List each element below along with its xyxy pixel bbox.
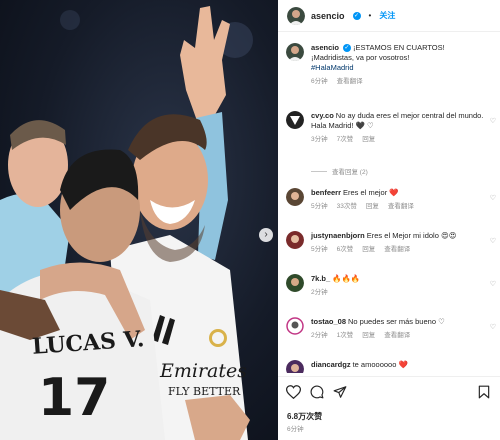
separator-dot: • (368, 11, 372, 20)
caption-translate-link[interactable]: 查看翻译 (337, 77, 363, 87)
avatar[interactable] (286, 274, 304, 292)
replies-divider (311, 170, 327, 172)
comment-text: No puedes ser más bueno ♡ (348, 317, 445, 326)
avatar[interactable] (286, 231, 304, 249)
comment-text: No ay duda eres el mejor central del mun… (311, 111, 484, 130)
comment-username[interactable]: benfeerr (311, 188, 341, 197)
comment-username[interactable]: cvy.co (311, 111, 334, 120)
post-username[interactable]: asencio (311, 11, 345, 21)
jersey-sponsor-line2: FLY BETTER (168, 385, 241, 398)
heart-icon[interactable] (286, 385, 301, 399)
comments-list[interactable]: asencio ✓ ¡ESTAMOS EN CUARTOS! ¡Madridist… (278, 33, 500, 373)
comment-time: 5分钟 (311, 203, 328, 210)
avatar[interactable] (287, 6, 305, 25)
view-replies-label[interactable]: 查看回复 (2) (332, 166, 368, 176)
comment-item: diancardgz te amoooooo ❤️ (286, 360, 496, 373)
comment-like-icon[interactable]: ♡ (490, 280, 496, 288)
comment-likes[interactable]: 1次赞 (337, 331, 354, 341)
comment-username[interactable]: 7k.b_ (311, 274, 330, 283)
comment-likes[interactable]: 7次赞 (337, 135, 354, 145)
verified-icon: ✓ (342, 44, 351, 52)
post-actions: 6.8万次赞 6分钟 (278, 376, 500, 440)
comment-likes[interactable]: 6次赞 (337, 245, 354, 255)
caption-line1: ¡ESTAMOS EN CUARTOS! (353, 43, 445, 52)
view-replies[interactable]: 查看回复 (2) (311, 166, 368, 176)
comment-username[interactable]: diancardgz (311, 360, 351, 369)
comment-text: 🔥🔥🔥 (332, 274, 361, 283)
jersey-sponsor: Emirates (160, 360, 248, 382)
translate-link[interactable]: 查看翻译 (384, 331, 410, 341)
verified-icon: ✓ (352, 11, 361, 20)
comment-text: Eres el mejor ❤️ (343, 188, 399, 197)
caption-line2: ¡Madridistas, va por vosotros! (311, 53, 410, 62)
avatar[interactable] (286, 43, 304, 61)
comment-time: 2分钟 (311, 332, 328, 339)
comment-item: justynaenbjorn Eres el Mejor mi idolo 😍😍 … (286, 231, 496, 255)
comment-like-icon[interactable]: ♡ (490, 117, 496, 125)
comment-like-icon[interactable]: ♡ (490, 194, 496, 202)
jersey-number: 17 (38, 368, 111, 428)
comment-item: cvy.co No ay duda eres el mejor central d… (286, 111, 496, 145)
chevron-right-icon: › (264, 229, 268, 240)
reply-button[interactable]: 回复 (362, 331, 375, 341)
comment-username[interactable]: justynaenbjorn (311, 231, 365, 240)
caption: asencio ✓ ¡ESTAMOS EN CUARTOS! ¡Madridist… (286, 43, 496, 87)
caption-username[interactable]: asencio (311, 43, 339, 52)
avatar[interactable] (286, 360, 304, 373)
comment-like-icon[interactable]: ♡ (490, 237, 496, 245)
comment-username[interactable]: tostao_08 (311, 317, 346, 326)
post-photo[interactable]: LUCAS V. 17 Emirates FLY BETTER › (0, 0, 278, 440)
comment-item: benfeerr Eres el mejor ❤️ 5分钟 33次赞 回复 查看翻… (286, 188, 496, 212)
comment-time: 2分钟 (311, 289, 328, 296)
comment-item: 7k.b_ 🔥🔥🔥 2分钟 ♡ (286, 274, 496, 298)
reply-button[interactable]: 回复 (362, 135, 375, 145)
reply-button[interactable]: 回复 (362, 245, 375, 255)
translate-link[interactable]: 查看翻译 (384, 245, 410, 255)
post-side-panel: asencio ✓ • 关注 asencio ✓ ¡ESTAMOS EN CUAR… (278, 0, 500, 440)
avatar[interactable] (286, 111, 304, 129)
comment-item: tostao_08 No puedes ser más bueno ♡ 2分钟 1… (286, 317, 496, 341)
posted-time: 6分钟 (287, 426, 304, 433)
reply-button[interactable]: 回复 (366, 202, 379, 212)
comment-text: Eres el Mejor mi idolo 😍😍 (366, 231, 457, 240)
comment-time: 3分钟 (311, 136, 328, 143)
follow-button[interactable]: 关注 (379, 10, 395, 21)
post-header: asencio ✓ • 关注 (278, 0, 500, 32)
comment-like-icon[interactable]: ♡ (490, 323, 496, 331)
share-icon[interactable] (333, 385, 347, 399)
avatar[interactable] (286, 188, 304, 206)
comment-icon[interactable] (310, 385, 324, 399)
likes-count[interactable]: 6.8万次赞 (287, 411, 322, 422)
comment-likes[interactable]: 33次赞 (337, 202, 357, 212)
translate-link[interactable]: 查看翻译 (388, 202, 414, 212)
caption-time: 6分钟 (311, 78, 328, 85)
avatar[interactable] (286, 317, 304, 335)
next-image-button[interactable]: › (259, 228, 273, 242)
comment-time: 5分钟 (311, 246, 328, 253)
caption-hashtag[interactable]: #HalaMadrid (311, 63, 496, 73)
comment-text: te amoooooo ❤️ (352, 360, 408, 369)
bookmark-icon[interactable] (478, 385, 490, 404)
